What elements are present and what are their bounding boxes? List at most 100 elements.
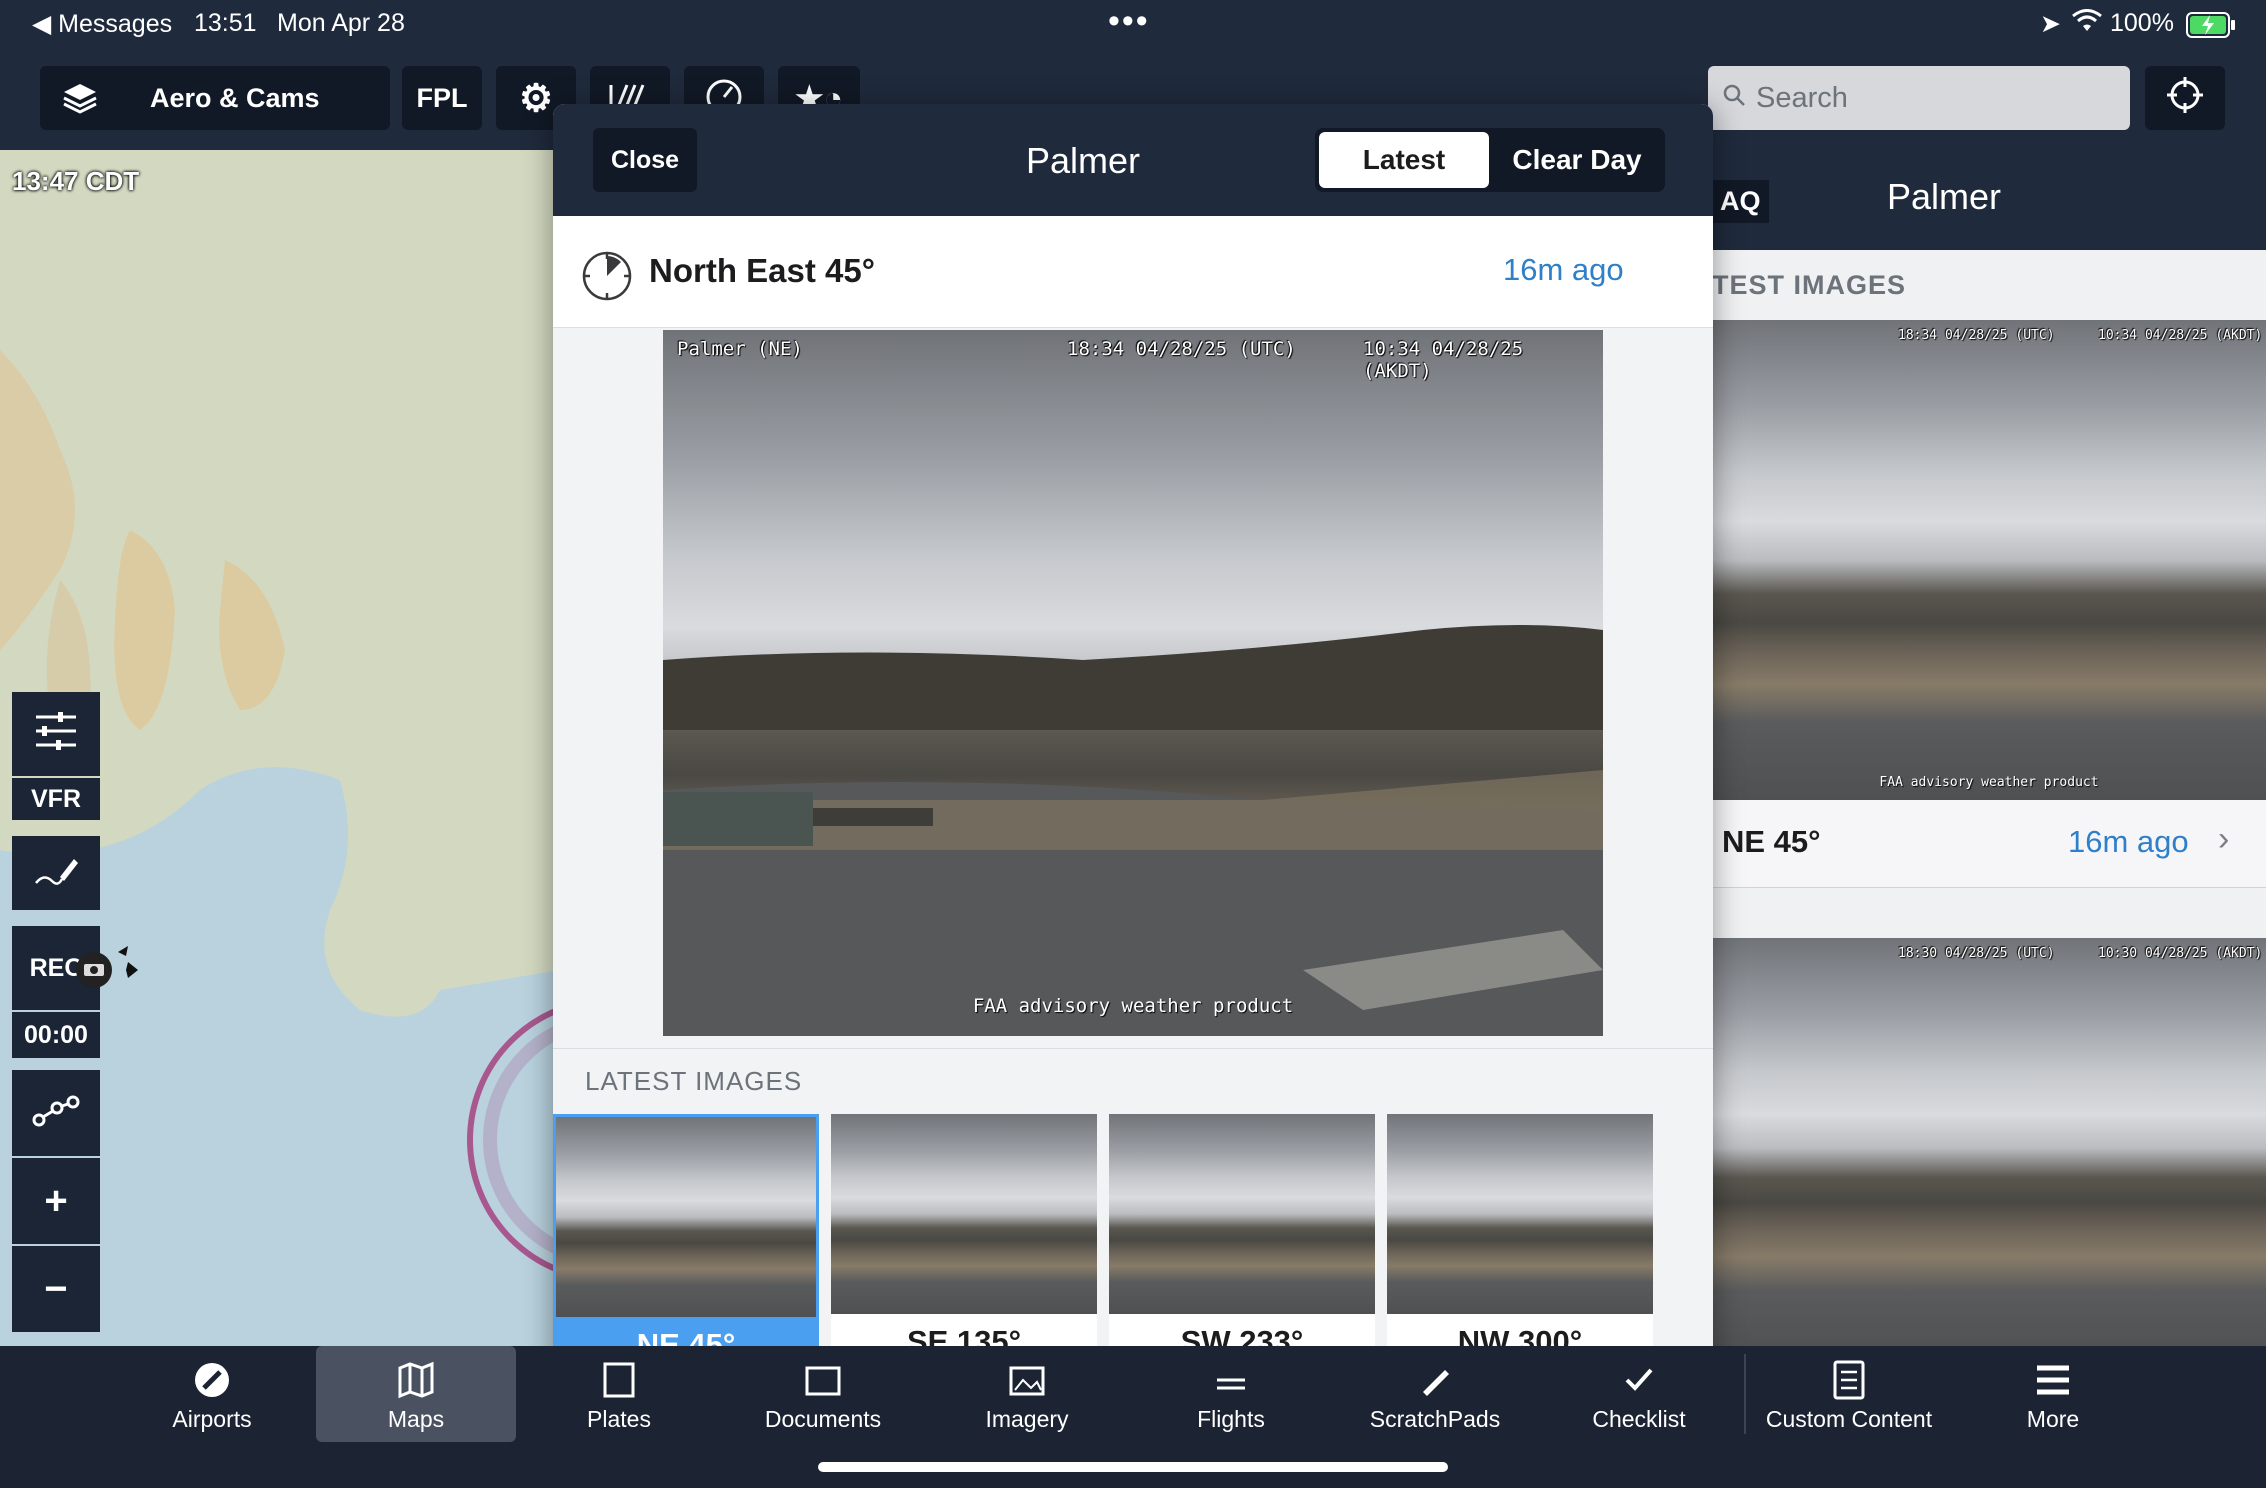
ownship-icon	[68, 938, 148, 998]
pencil-icon	[32, 849, 80, 898]
route-icon	[31, 1090, 81, 1137]
latest-tab[interactable]: Latest	[1319, 132, 1489, 188]
panel-header: AQ Palmer	[1712, 150, 2266, 250]
crosshair-icon	[2165, 75, 2205, 122]
custom-content-icon	[1829, 1360, 1869, 1400]
tab-documents[interactable]: Documents	[723, 1346, 923, 1442]
webcam-scene	[663, 625, 1603, 1036]
clear-day-tab[interactable]: Clear Day	[1493, 132, 1661, 188]
tab-more[interactable]: More	[1953, 1346, 2153, 1442]
tab-custom-content[interactable]: Custom Content	[1749, 1346, 1949, 1442]
status-date: Mon Apr 28	[277, 9, 405, 37]
latest-images-label: LATEST IMAGES	[585, 1066, 803, 1096]
webcam-modal: Close Palmer Latest Clear Day North East…	[553, 104, 1713, 1384]
checklist-icon	[1619, 1360, 1659, 1400]
panel-title: Palmer	[1887, 176, 2002, 217]
panel-image2-ts-local: 10:30 04/28/25 (AKDT)	[2098, 946, 2263, 961]
tab-imagery[interactable]: Imagery	[927, 1346, 1127, 1442]
sliders-icon	[32, 707, 80, 762]
thumbnail-ne-image	[556, 1117, 816, 1317]
panel-camera-row[interactable]: NE 45° 16m ago ›	[1712, 800, 2266, 888]
panel-image1-ts-utc: 18:34 04/28/25 (UTC)	[1898, 328, 2055, 343]
tab-scratchpads[interactable]: ScratchPads	[1335, 1346, 1535, 1442]
panel-webcam-image-2[interactable]: 18:30 04/28/25 (UTC) 10:30 04/28/25 (AKD…	[1712, 938, 2266, 1346]
draw-button[interactable]	[12, 836, 100, 910]
battery-percent: 100%	[2110, 9, 2174, 37]
status-bar: ◀ Messages 13:51 Mon Apr 28 ••• ➤ 100%	[0, 0, 2266, 50]
plates-icon	[599, 1360, 639, 1400]
search-placeholder: Search	[1756, 81, 1848, 114]
tab-maps[interactable]: Maps	[316, 1346, 516, 1442]
thumbnail-sw-image	[1109, 1114, 1375, 1314]
zoom-out-button[interactable]: −	[12, 1246, 100, 1332]
map-settings-button[interactable]	[12, 692, 100, 776]
tab-plates-label: Plates	[587, 1406, 651, 1432]
imagery-icon	[1007, 1360, 1047, 1400]
battery-charging-icon	[2186, 12, 2236, 45]
more-icon	[2033, 1360, 2073, 1400]
tab-checklist-label: Checklist	[1592, 1406, 1686, 1432]
tab-documents-label: Documents	[764, 1406, 882, 1432]
scratchpads-icon	[1415, 1360, 1455, 1400]
tab-checklist[interactable]: Checklist	[1539, 1346, 1739, 1442]
multitask-dots-icon[interactable]: •••	[1108, 2, 1150, 41]
tab-scratchpads-label: ScratchPads	[1369, 1406, 1501, 1432]
layers-button[interactable]: Aero & Cams	[40, 66, 390, 130]
panel-webcam-image-1[interactable]: 18:34 04/28/25 (UTC) 10:34 04/28/25 (AKD…	[1712, 320, 2266, 800]
panel-image2-ts-utc: 18:30 04/28/25 (UTC)	[1898, 946, 2055, 961]
thumbnail-ne[interactable]: NE 45°	[553, 1114, 819, 1370]
camera-direction-title: North East 45°	[649, 252, 875, 289]
panel-image1-ts-local: 10:34 04/28/25 (AKDT)	[2098, 328, 2263, 343]
wifi-icon	[2072, 9, 2102, 40]
route-button[interactable]	[12, 1070, 100, 1156]
flights-icon	[1211, 1360, 1251, 1400]
search-field[interactable]: Search	[1708, 66, 2130, 130]
location-icon: ➤	[2040, 10, 2061, 38]
panel-row-direction: NE 45°	[1722, 824, 1821, 859]
panel-row-age: 16m ago	[2068, 824, 2189, 859]
tab-divider	[1744, 1354, 1746, 1434]
back-app-label: Messages	[58, 10, 173, 38]
tab-airports-label: Airports	[172, 1406, 252, 1432]
webcam-main-image[interactable]: Palmer (NE) 18:34 04/28/25 (UTC) 10:34 0…	[663, 330, 1603, 1036]
zoom-in-button[interactable]: +	[12, 1158, 100, 1244]
tab-flights[interactable]: Flights	[1131, 1346, 1331, 1442]
close-button[interactable]: Close	[593, 128, 697, 192]
tab-plates[interactable]: Plates	[519, 1346, 719, 1442]
home-indicator[interactable]	[818, 1462, 1448, 1472]
tab-custom-content-label: Custom Content	[1765, 1406, 1933, 1432]
thumbnail-se[interactable]: SE 135°	[831, 1114, 1097, 1370]
tab-maps-label: Maps	[387, 1406, 445, 1432]
locate-button[interactable]	[2145, 66, 2225, 130]
thumbnail-se-image	[831, 1114, 1097, 1314]
airports-icon	[192, 1360, 232, 1400]
fpl-button[interactable]: FPL	[402, 66, 482, 130]
back-to-app-link[interactable]: ◀ Messages	[32, 9, 172, 39]
record-timer: 00:00	[12, 1012, 100, 1058]
tab-flights-label: Flights	[1197, 1406, 1265, 1432]
documents-icon	[803, 1360, 843, 1400]
gear-icon: ⚙	[518, 77, 554, 120]
compass-icon	[581, 250, 633, 307]
panel-tab-fragment[interactable]: AQ	[1712, 180, 1769, 223]
maps-icon	[396, 1360, 436, 1400]
vfr-chart-label[interactable]: VFR	[12, 778, 100, 820]
layers-label: Aero & Cams	[150, 82, 320, 113]
camera-direction-row: North East 45° 16m ago	[553, 216, 1713, 328]
chevron-right-icon: ›	[2218, 820, 2230, 858]
modal-title: Palmer	[1025, 140, 1141, 181]
thumbnail-nw-image	[1387, 1114, 1653, 1314]
cam-footer-overlay: FAA advisory weather product	[972, 995, 1294, 1017]
panel-image1-footer: FAA advisory weather product	[1879, 775, 2099, 790]
thumbnail-nw[interactable]: NW 300°	[1387, 1114, 1653, 1370]
search-icon	[1722, 82, 1746, 115]
divider	[553, 1048, 1713, 1049]
airport-info-panel: AQ Palmer TEST IMAGES 18:34 04/28/25 (UT…	[1712, 150, 2266, 1346]
tab-airports[interactable]: Airports	[112, 1346, 312, 1442]
tab-more-label: More	[2026, 1406, 2080, 1432]
thumbnail-sw[interactable]: SW 233°	[1109, 1114, 1375, 1370]
modal-header: Close Palmer Latest Clear Day	[553, 104, 1713, 216]
layers-icon	[60, 78, 100, 118]
view-mode-segmented-control: Latest Clear Day	[1315, 128, 1665, 192]
map-time-label: 13:47 CDT	[12, 166, 140, 196]
